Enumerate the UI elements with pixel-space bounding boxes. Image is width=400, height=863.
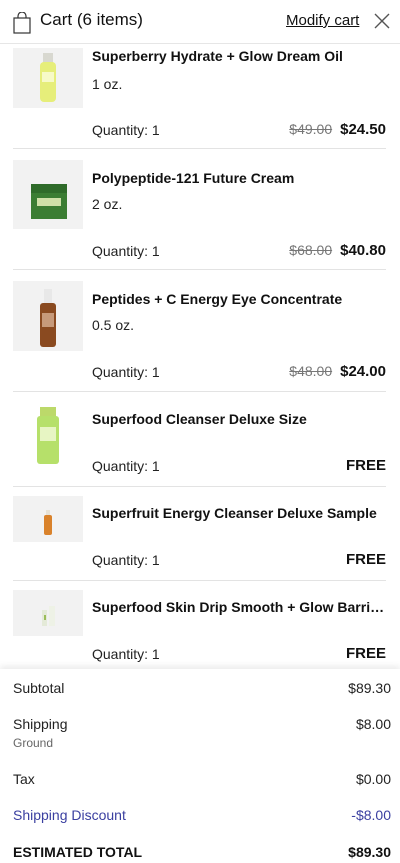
product-name[interactable]: Superberry Hydrate + Glow Dream Oil	[92, 48, 343, 64]
product-quantity: Quantity: 1	[92, 458, 160, 474]
cart-item: Superfood Cleanser Deluxe Size Quantity:…	[13, 392, 386, 487]
product-name[interactable]: Polypeptide-121 Future Cream	[92, 170, 294, 186]
original-price: $48.00	[289, 363, 333, 379]
cart-item: Superfruit Energy Cleanser Deluxe Sample…	[13, 487, 386, 581]
shipping-method: Ground	[13, 736, 54, 750]
sale-price: FREE	[345, 457, 386, 474]
product-size: 2 oz.	[92, 196, 123, 212]
product-quantity: Quantity: 1	[92, 243, 160, 259]
shipping-label: Shipping	[13, 716, 68, 732]
sale-price: $40.80	[340, 242, 386, 259]
price-group: FREE	[346, 457, 386, 474]
cart-item: Superfood Skin Drip Smooth + Glow Barrie…	[13, 581, 386, 669]
price-group: FREE	[346, 551, 386, 568]
cart-item: Peptides + C Energy Eye Concentrate 0.5 …	[13, 270, 386, 392]
product-image	[13, 48, 83, 108]
product-image	[13, 403, 83, 467]
cart-header: Cart (6 items) Modify cart	[0, 0, 400, 44]
product-quantity: Quantity: 1	[92, 646, 160, 662]
original-price: $68.00	[289, 242, 333, 258]
price-group: FREE	[346, 645, 386, 662]
sale-price: $24.00	[340, 363, 386, 380]
product-image	[13, 281, 83, 351]
product-quantity: Quantity: 1	[92, 122, 160, 138]
estimated-total-label: ESTIMATED TOTAL	[13, 844, 143, 860]
price-group: $48.00 $24.00	[289, 363, 386, 380]
product-image	[13, 160, 83, 229]
original-price: $49.00	[289, 121, 333, 137]
sale-price: $24.50	[340, 121, 386, 138]
shipping-value: $8.00	[355, 716, 391, 732]
estimated-total-value: $89.30	[348, 844, 391, 860]
subtotal-label: Subtotal	[13, 680, 65, 696]
product-quantity: Quantity: 1	[92, 552, 160, 568]
product-image	[13, 496, 83, 542]
product-image	[13, 590, 83, 636]
sale-price: FREE	[345, 551, 386, 568]
order-summary: Subtotal $89.30 Shipping $8.00 Ground Ta…	[0, 669, 400, 863]
product-name[interactable]: Superfood Skin Drip Smooth + Glow Barrie…	[92, 599, 386, 615]
cart-item: Polypeptide-121 Future Cream 2 oz. Quant…	[13, 149, 386, 270]
shipping-discount-value: -$8.00	[351, 807, 391, 823]
subtotal-value: $89.30	[348, 680, 391, 696]
product-name[interactable]: Peptides + C Energy Eye Concentrate	[92, 291, 342, 307]
price-group: $49.00 $24.50	[289, 121, 386, 138]
product-size: 0.5 oz.	[92, 317, 135, 333]
product-name[interactable]: Superfruit Energy Cleanser Deluxe Sample	[92, 505, 377, 521]
cart-title: Cart (6 items)	[40, 10, 143, 29]
tax-label: Tax	[13, 771, 35, 787]
modify-cart-link[interactable]: Modify cart	[286, 12, 359, 29]
shipping-discount-label: Shipping Discount	[13, 807, 126, 823]
sale-price: FREE	[345, 645, 386, 662]
close-icon[interactable]	[372, 11, 392, 31]
product-quantity: Quantity: 1	[92, 364, 160, 380]
tax-value: $0.00	[355, 771, 391, 787]
price-group: $68.00 $40.80	[289, 242, 386, 259]
product-size: 1 oz.	[92, 76, 123, 92]
shopping-bag-icon	[12, 11, 32, 34]
product-name[interactable]: Superfood Cleanser Deluxe Size	[92, 411, 307, 427]
